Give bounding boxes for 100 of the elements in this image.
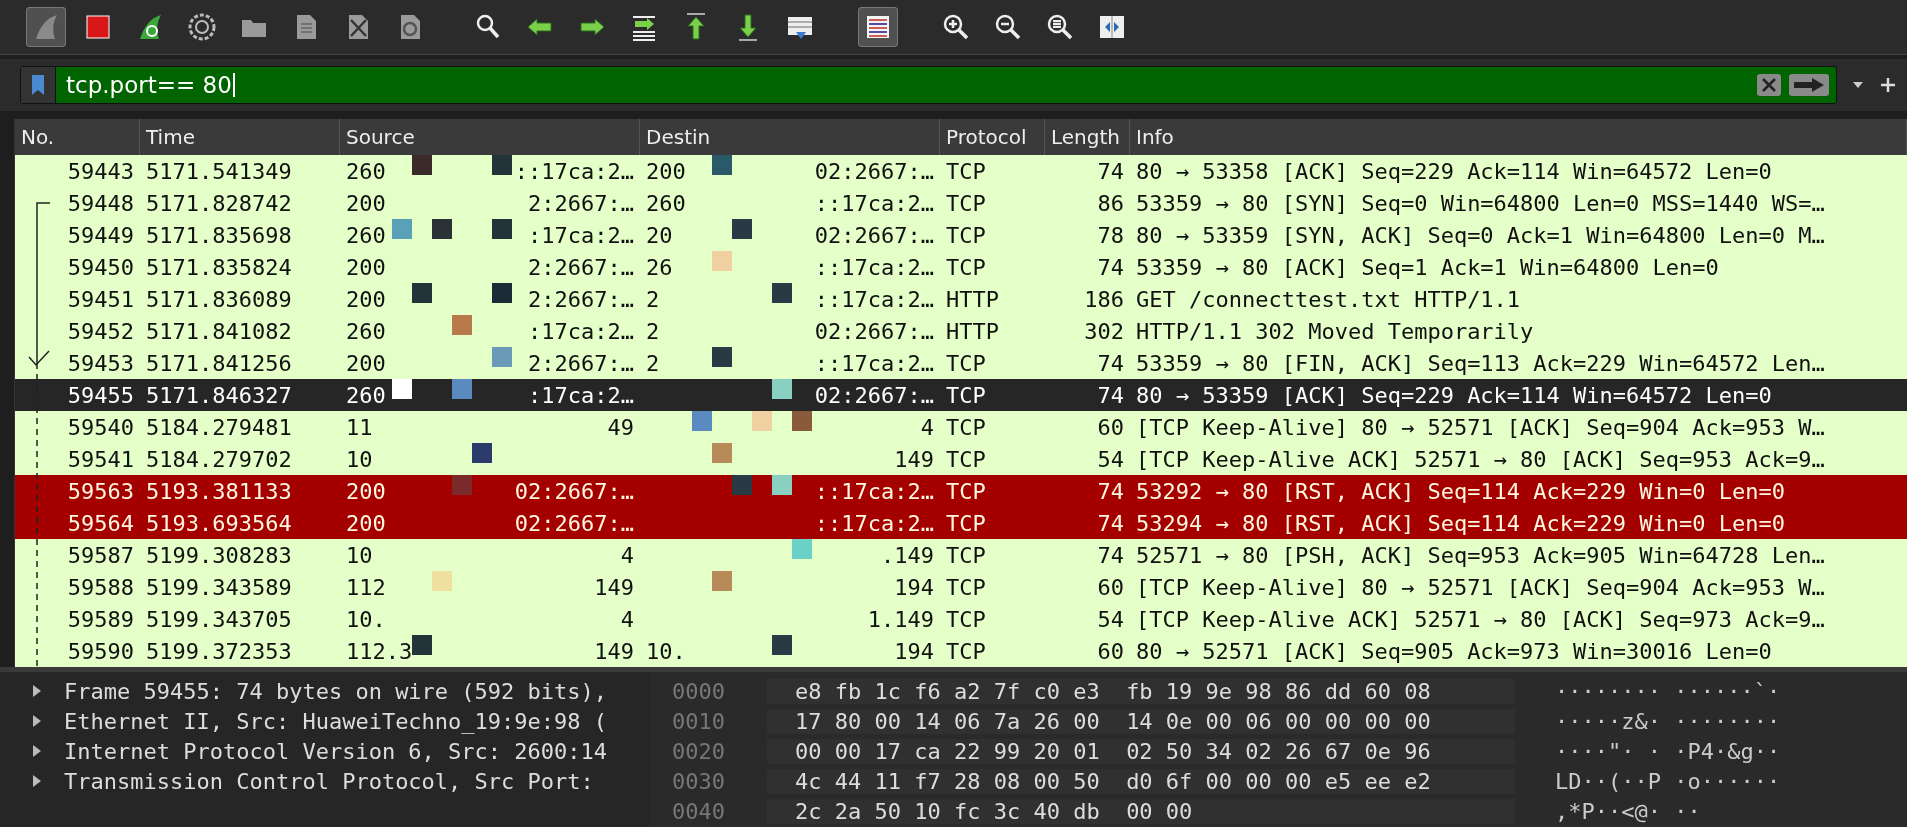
table-cell-text: TCP: [945, 638, 987, 664]
table-cell-text: TCP: [945, 478, 987, 504]
tree-item-label: Frame 59455: 74 bytes on wire (592 bits),: [64, 678, 608, 704]
tree-item[interactable]: Internet Protocol Version 6, Src: 2600:14: [0, 736, 650, 766]
table-cell-text: 74: [1096, 254, 1125, 280]
table-cell-text: 59453: [66, 350, 135, 376]
table-cell: 4: [620, 606, 634, 632]
tree-item[interactable]: Transmission Control Protocol, Src Port:: [0, 766, 650, 796]
table-cell-text: 59564: [66, 510, 135, 536]
table-cell: :17ca:2…: [528, 222, 634, 248]
packet-row[interactable]: 59563 5193.381133 200 02:2667:… ::17ca:2… TCP 74 53292 → 80 [RST, ACK] Seq=114 Ack=229 Win=0 Len=0: [15, 475, 1907, 507]
table-cell-text: 5199.343589: [145, 574, 293, 600]
table-cell-text: 5171.836089: [145, 286, 293, 312]
table-cell: 2:2667:…: [528, 254, 634, 280]
table-cell-text: 80 → 53359 [ACK] Seq=229 Ack=114 Win=64572 Len=0: [1135, 382, 1773, 408]
table-cell-text: 5193.381133: [145, 478, 293, 504]
table-cell-text: HTTP: [945, 286, 1000, 312]
table-cell-text: TCP: [945, 574, 987, 600]
table-cell-text: 52571 → 80 [PSH, ACK] Seq=953 Ack=905 Win=64728 Len…: [1135, 542, 1826, 568]
table-cell-text: 74: [1096, 542, 1125, 568]
table-cell: 200: [346, 478, 386, 504]
hex-bytes: e8 fb 1c f6 a2 7f c0 e3 fb 19 9e 98 86 dd 60 08: [767, 678, 1515, 704]
table-cell: ::17ca:2…: [814, 286, 934, 312]
table-cell-text: TCP: [945, 382, 987, 408]
table-cell-text: 59563: [66, 478, 135, 504]
table-cell: ::17ca:2…: [814, 510, 934, 536]
caret-icon[interactable]: [1851, 80, 1865, 90]
table-cell: :17ca:2…: [528, 318, 634, 344]
table-cell: 02:2667:…: [814, 158, 934, 184]
table-cell: .149: [881, 542, 934, 568]
expander-icon[interactable]: [32, 715, 42, 727]
table-cell: 20: [646, 222, 673, 248]
expander-icon[interactable]: [32, 745, 42, 757]
table-cell: 149: [894, 446, 934, 472]
table-cell: 200: [346, 350, 386, 376]
table-cell-text: 53294 → 80 [RST, ACK] Seq=114 Ack=229 Win=0 Len=0: [1135, 510, 1786, 536]
table-cell: :17ca:2…: [528, 382, 634, 408]
table-cell-text: 5171.828742: [145, 190, 293, 216]
table-cell-text: 5184.279481: [145, 414, 293, 440]
table-cell: 49: [607, 414, 634, 440]
table-cell-text: HTTP: [945, 318, 1000, 344]
table-cell: ::17ca:2…: [814, 190, 934, 216]
table-cell-text: 59443: [66, 158, 135, 184]
hex-bytes: 2c 2a 50 10 fc 3c 40 db 00 00: [767, 798, 1515, 824]
table-cell-text: TCP: [945, 222, 987, 248]
table-cell-text: 59587: [66, 542, 135, 568]
table-cell-text: 78: [1096, 222, 1125, 248]
table-cell: 200: [346, 510, 386, 536]
table-cell-text: 5171.835824: [145, 254, 293, 280]
table-cell-text: TCP: [945, 414, 987, 440]
table-cell: 112: [346, 574, 386, 600]
table-cell: 260: [346, 158, 386, 184]
bookmark-icon[interactable]: [21, 67, 56, 103]
table-cell-text: TCP: [945, 190, 987, 216]
table-cell-text: 59590: [66, 638, 135, 664]
table-cell-text: [TCP Keep-Alive] 80 → 52571 [ACK] Seq=904 Ack=953 W…: [1135, 414, 1826, 440]
table-cell: 260: [346, 318, 386, 344]
table-cell-text: 54: [1096, 606, 1125, 632]
expander-icon[interactable]: [32, 685, 42, 697]
table-cell-text: 5184.279702: [145, 446, 293, 472]
table-cell-text: 5171.841082: [145, 318, 293, 344]
hex-bytes: 17 80 00 14 06 7a 26 00 14 0e 00 06 00 00 00 00: [767, 708, 1515, 734]
table-cell: 2: [646, 350, 660, 376]
hex-bytes: 00 00 17 ca 22 99 20 01 02 50 34 02 26 67 0e 96: [767, 738, 1515, 764]
table-cell: 02:2667:…: [814, 382, 934, 408]
table-cell-text: 59588: [66, 574, 135, 600]
table-cell-text: 5199.343705: [145, 606, 293, 632]
expander-icon[interactable]: [32, 775, 42, 787]
table-cell-text: 59449: [66, 222, 135, 248]
table-cell-text: 60: [1096, 638, 1125, 664]
display-filter-field[interactable]: tcp.port== 80: [20, 66, 1837, 104]
table-cell: 02:2667:…: [814, 222, 934, 248]
table-cell-text: 80 → 53358 [ACK] Seq=229 Ack=114 Win=64572 Len=0: [1135, 158, 1773, 184]
table-cell: ::17ca:2…: [814, 350, 934, 376]
packet-row[interactable]: 59455 5171.846327 260 :17ca:2… 02:2667:… TCP 74 80 → 53359 [ACK] Seq=229 Ack=114 Win=64572 Len=0: [15, 379, 1907, 411]
hex-bytes: 4c 44 11 f7 28 08 00 50 d0 6f 00 00 00 e5 ee e2: [767, 768, 1515, 794]
table-cell: 10.: [346, 606, 386, 632]
tree-item[interactable]: Ethernet II, Src: HuaweiTechno_19:9e:98 (: [0, 706, 650, 736]
table-cell-text: 53359 → 80 [FIN, ACK] Seq=113 Ack=229 Win=64572 Len…: [1135, 350, 1826, 376]
table-cell-text: 59452: [66, 318, 135, 344]
table-cell-text: 54: [1096, 446, 1125, 472]
table-cell: 2: [646, 318, 660, 344]
tree-item-label: Ethernet II, Src: HuaweiTechno_19:9e:98 (: [64, 708, 608, 734]
ascii-bytes: ········ ······`·: [1554, 678, 1781, 704]
clear-icon[interactable]: [1756, 73, 1782, 97]
colored-lines-icon[interactable]: [858, 7, 898, 47]
table-cell-text: 186: [1083, 286, 1125, 312]
table-cell-text: 80 → 52571 [ACK] Seq=905 Ack=973 Win=30016 Len=0: [1135, 638, 1773, 664]
table-cell: 194: [894, 638, 934, 664]
table-cell-text: 59455: [66, 382, 135, 408]
table-cell: 200: [346, 254, 386, 280]
plus-icon[interactable]: [1879, 76, 1897, 94]
table-cell: 11: [346, 414, 373, 440]
packet-row[interactable]: 59564 5193.693564 200 02:2667:… ::17ca:2… TCP 74 53294 → 80 [RST, ACK] Seq=114 Ack=229 Win=0 Len=0: [15, 507, 1907, 539]
table-cell-text: 74: [1096, 382, 1125, 408]
tree-item-label: Internet Protocol Version 6, Src: 2600:14: [64, 738, 608, 764]
table-cell-text: TCP: [945, 254, 987, 280]
table-cell-text: 74: [1096, 478, 1125, 504]
tree-item[interactable]: Frame 59455: 74 bytes on wire (592 bits),: [0, 676, 650, 706]
table-cell-text: GET /connecttest.txt HTTP/1.1: [1135, 286, 1522, 312]
